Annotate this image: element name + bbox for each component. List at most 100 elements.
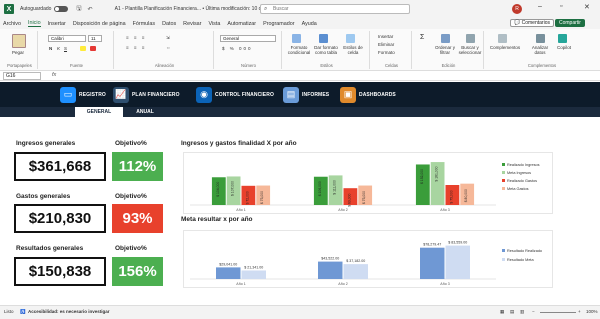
font-size-select[interactable]: 11 bbox=[88, 35, 102, 42]
font-color-icon[interactable] bbox=[90, 46, 96, 51]
nav-dashboards[interactable]: ▣ DASHBOARDS bbox=[340, 85, 396, 104]
menu-item-8[interactable]: Automatizar bbox=[227, 21, 256, 27]
paste-icon[interactable] bbox=[12, 34, 26, 48]
copilot-icon[interactable] bbox=[558, 34, 567, 43]
align-top-icon[interactable]: ≡ ≡ ≡ bbox=[126, 35, 146, 40]
subtab-general[interactable]: GENERAL bbox=[75, 107, 123, 117]
find-select-icon[interactable] bbox=[466, 34, 475, 43]
chart1-container[interactable]: $ 104,000 $ 107,000 $ 72,000 $ 73,000 Año 1 $… bbox=[183, 152, 553, 214]
conditional-format-button[interactable]: Formato condicional bbox=[286, 45, 312, 55]
share-button[interactable]: Compartir bbox=[555, 19, 585, 27]
kpi-expenses-title: Gastos generales bbox=[16, 193, 71, 200]
data-label: $ 75,000 bbox=[449, 190, 453, 203]
nav-label: CONTROL FINANCIERO bbox=[215, 91, 274, 98]
accessibility-icon[interactable]: ♿ bbox=[20, 309, 26, 315]
legend-swatch bbox=[502, 163, 505, 166]
align-left-icon[interactable]: ≡ ≡ ≡ bbox=[126, 45, 146, 50]
menu-item-9[interactable]: Programador bbox=[263, 21, 294, 27]
view-pagebreak-icon[interactable]: ▥ bbox=[520, 309, 524, 315]
nav-registro[interactable]: ▭ REGISTRO bbox=[60, 85, 106, 104]
menu-item-5[interactable]: Datos bbox=[162, 21, 176, 27]
format-cells-button[interactable]: Formato bbox=[378, 50, 395, 55]
menu-item-2[interactable]: Insertar bbox=[48, 21, 66, 27]
bar-resultado-meta-1[interactable] bbox=[343, 264, 369, 279]
format-as-table-button[interactable]: Dar formato como tabla bbox=[313, 45, 339, 55]
legend-label: Resultado Realizado bbox=[507, 249, 542, 253]
font-name-select[interactable]: Calibri bbox=[48, 35, 86, 42]
find-select-button[interactable]: Buscar y seleccionar bbox=[458, 45, 482, 55]
dashboard-sheet: ▭ REGISTRO 📈 PLAN FINANCIERO ◉ CONTROL FINANC… bbox=[0, 82, 600, 305]
data-label: $ 161,000 bbox=[435, 166, 439, 181]
italic-icon[interactable]: K bbox=[57, 46, 60, 51]
zoom-in-icon[interactable]: + bbox=[578, 309, 581, 314]
cell-styles-icon[interactable] bbox=[346, 34, 355, 43]
menu-item-1[interactable]: Inicio bbox=[27, 20, 41, 27]
bold-icon[interactable]: N bbox=[49, 46, 52, 51]
report-icon: ▤ bbox=[283, 86, 299, 103]
subtab-anual[interactable]: ANUAL bbox=[125, 107, 165, 117]
underline-icon[interactable]: S bbox=[64, 46, 67, 51]
fill-color-icon[interactable] bbox=[80, 46, 86, 51]
analyze-data-icon[interactable] bbox=[536, 34, 545, 43]
sort-filter-icon[interactable] bbox=[441, 34, 450, 43]
view-normal-icon[interactable]: ▦ bbox=[500, 309, 504, 315]
sort-filter-button[interactable]: Ordenar y filtrar bbox=[434, 45, 456, 55]
nav-control-financiero[interactable]: ◉ CONTROL FINANCIERO bbox=[196, 85, 274, 104]
maximize-icon[interactable]: ▫ bbox=[560, 3, 562, 10]
number-format-select[interactable]: General bbox=[220, 35, 276, 42]
wrap-text-icon[interactable]: ⇲ bbox=[166, 35, 170, 41]
chart2-container[interactable]: $29,041.00 $ 21,341.00 Año 1 $43,522.00 $ 37… bbox=[183, 230, 553, 288]
save-icon[interactable]: 🖫 bbox=[76, 4, 81, 14]
data-label: $29,041.00 bbox=[219, 262, 237, 266]
number-group: General $ % 000 Número bbox=[216, 31, 282, 69]
bar-resultado-realizado-2[interactable] bbox=[420, 247, 445, 279]
conditional-format-icon[interactable] bbox=[292, 34, 301, 43]
bar-resultado-meta-2[interactable] bbox=[445, 245, 471, 279]
cell-styles-button[interactable]: Estilos de celda bbox=[341, 45, 365, 55]
nav-informes[interactable]: ▤ INFORMES bbox=[283, 85, 329, 104]
legend-label: Meta Ingresos bbox=[507, 171, 531, 175]
menu-item-3[interactable]: Disposición de página bbox=[73, 21, 126, 27]
bar-resultado-realizado-0[interactable] bbox=[216, 267, 241, 279]
delete-cells-button[interactable]: Eliminar bbox=[378, 42, 394, 47]
analyze-data-button[interactable]: Analizar datos bbox=[526, 45, 554, 55]
format-as-table-icon[interactable] bbox=[319, 34, 328, 43]
nav-plan-financiero[interactable]: 📈 PLAN FINANCIERO bbox=[113, 85, 180, 104]
kpi-results-value: $150,838 bbox=[14, 257, 106, 286]
zoom-level[interactable]: 100% bbox=[586, 309, 598, 314]
menu-item-7[interactable]: Vista bbox=[208, 21, 220, 27]
legend-swatch bbox=[502, 249, 505, 252]
paste-label[interactable]: Pegar bbox=[12, 50, 24, 55]
accessibility-status[interactable]: Accesibilidad: es necesario investigar bbox=[28, 309, 110, 314]
menu-item-10[interactable]: Ayuda bbox=[302, 21, 317, 27]
currency-icon[interactable]: $ % 000 bbox=[222, 46, 253, 51]
bar-resultado-realizado-1[interactable] bbox=[318, 261, 343, 279]
menu-item-6[interactable]: Revisar bbox=[183, 21, 201, 27]
autosum-icon[interactable]: Σ bbox=[420, 34, 424, 41]
search-input[interactable]: ⌕ Buscar bbox=[260, 4, 410, 14]
undo-icon[interactable]: ↶ bbox=[88, 6, 93, 13]
addins-icon[interactable] bbox=[498, 34, 507, 43]
addins-button[interactable]: Complementos bbox=[488, 45, 522, 50]
bar-resultado-meta-0[interactable] bbox=[241, 270, 267, 279]
data-label: $ 37,182.00 bbox=[346, 259, 365, 263]
document-title[interactable]: A1 - Plantilla Planificación Financiera.… bbox=[115, 6, 275, 12]
comments-button[interactable]: 💬 Comentarios bbox=[510, 19, 554, 27]
editing-group: Σ Ordenar y filtrar Buscar y seleccionar… bbox=[414, 31, 484, 69]
name-box[interactable]: G16 bbox=[3, 72, 41, 80]
insert-cells-button[interactable]: Insertar bbox=[378, 34, 393, 39]
menu-item-4[interactable]: Fórmulas bbox=[133, 21, 155, 27]
nav-label: REGISTRO bbox=[79, 91, 106, 98]
chart1-title: Ingresos y gastos finalidad X por año bbox=[181, 140, 297, 147]
close-icon[interactable]: ✕ bbox=[584, 3, 590, 11]
zoom-slider[interactable] bbox=[540, 312, 576, 313]
fx-icon[interactable]: fx bbox=[52, 72, 56, 78]
avatar[interactable]: R bbox=[512, 4, 522, 14]
menu-item-0[interactable]: Archivo bbox=[3, 21, 21, 27]
minimize-icon[interactable]: – bbox=[538, 3, 542, 10]
view-layout-icon[interactable]: ▤ bbox=[510, 309, 514, 315]
zoom-out-icon[interactable]: − bbox=[532, 309, 535, 314]
autosave-toggle[interactable] bbox=[54, 6, 69, 12]
merge-icon[interactable]: ⇔ bbox=[166, 45, 171, 50]
copilot-button[interactable]: Copilot bbox=[554, 45, 574, 50]
